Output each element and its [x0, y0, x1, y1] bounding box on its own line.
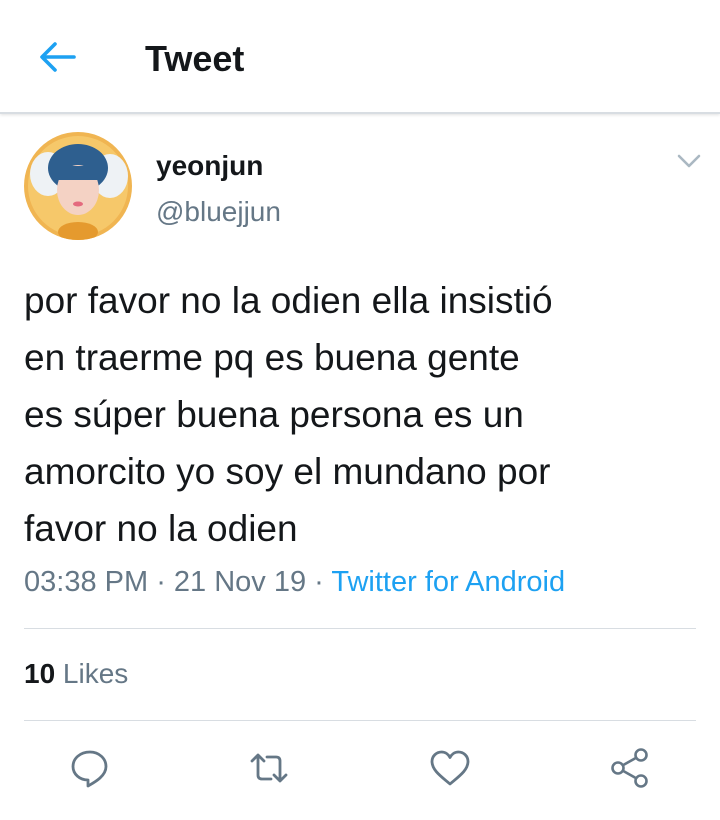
- tweet-meta: 03:38 PM · 21 Nov 19 · Twitter for Andro…: [24, 566, 565, 599]
- divider: [24, 720, 696, 721]
- page-title: Tweet: [145, 38, 245, 79]
- likes-stat[interactable]: 10 Likes: [24, 658, 128, 690]
- back-arrow-icon[interactable]: [38, 40, 76, 74]
- divider: [24, 628, 696, 629]
- like-icon[interactable]: [428, 746, 472, 790]
- likes-count: 10: [24, 658, 56, 689]
- display-name[interactable]: yeonjun: [156, 150, 263, 182]
- retweet-icon[interactable]: [247, 746, 291, 790]
- share-icon[interactable]: [608, 746, 652, 790]
- tweet-text: por favor no la odien ella insistió en t…: [24, 280, 553, 549]
- avatar[interactable]: [24, 132, 132, 240]
- user-handle[interactable]: @bluejjun: [156, 196, 281, 228]
- tweet-source-link[interactable]: Twitter for Android: [331, 566, 565, 598]
- chevron-down-icon[interactable]: [676, 150, 702, 172]
- tweet-time: 03:38 PM: [24, 566, 149, 598]
- meta-separator: ·: [148, 566, 174, 598]
- likes-label: Likes: [55, 658, 129, 689]
- meta-separator: ·: [306, 566, 332, 598]
- tweet-date: 21 Nov 19: [173, 566, 307, 598]
- reply-icon[interactable]: [68, 746, 112, 790]
- top-bar: Tweet: [0, 0, 720, 114]
